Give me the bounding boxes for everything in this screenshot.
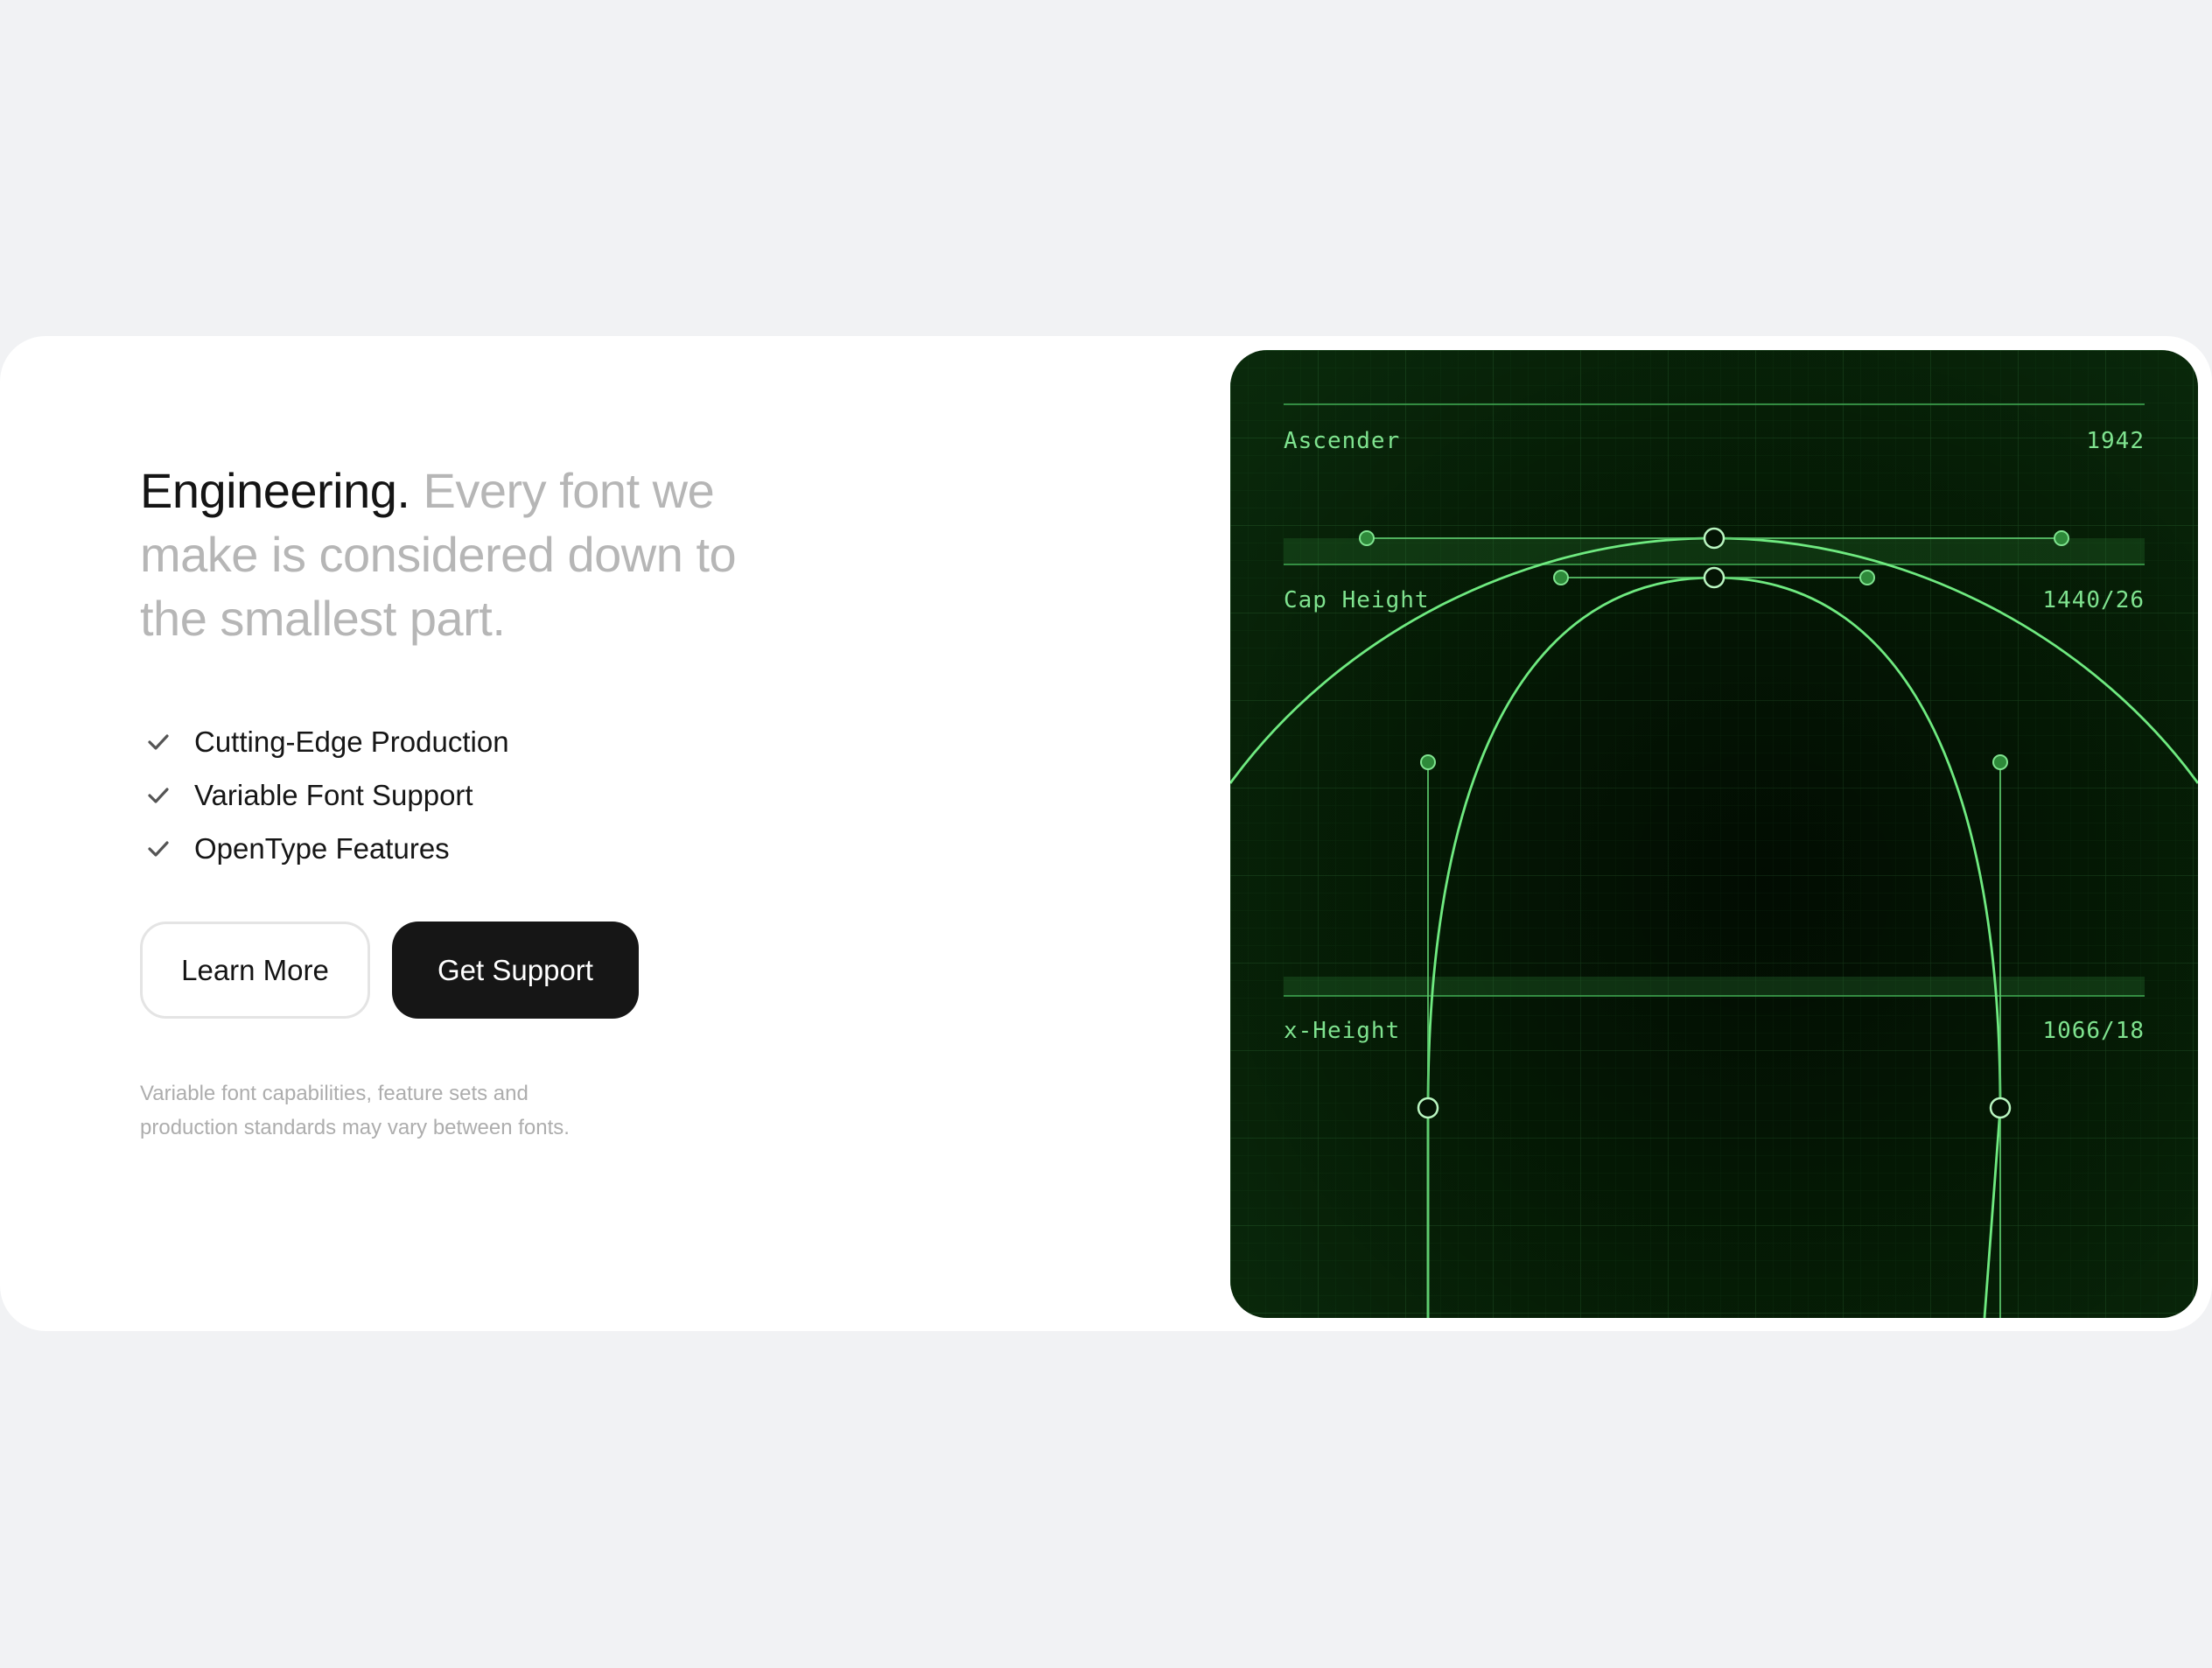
feature-card: Engineering. Every font we make is consi… [0,336,2212,1331]
check-icon [145,782,172,809]
x-height-label: x-Height [1284,1018,1401,1044]
glyph-outline-graphic [1230,350,2198,1318]
feature-item: Cutting-Edge Production [140,715,928,768]
content-column: Engineering. Every font we make is consi… [140,459,928,1145]
check-icon [145,729,172,755]
x-height-band [1284,977,2145,996]
button-group: Learn More Get Support [140,922,928,1019]
headline: Engineering. Every font we make is consi… [140,459,770,650]
feature-item: OpenType Features [140,822,928,875]
x-height-value: 1066/18 [2042,1018,2145,1044]
cap-height-label: Cap Height [1284,587,1430,613]
feature-label: Variable Font Support [194,778,473,811]
learn-more-button[interactable]: Learn More [140,922,370,1019]
ascender-label: Ascender [1284,428,1401,454]
get-support-button[interactable]: Get Support [392,922,639,1019]
feature-label: OpenType Features [194,831,450,865]
headline-strong: Engineering. [140,463,410,518]
check-icon [145,836,172,862]
cap-height-value: 1440/26 [2042,587,2145,613]
glyph-illustration: Ascender 1942 Cap Height 1440/26 x-Heigh… [1230,350,2198,1318]
ascender-value: 1942 [2086,428,2145,454]
disclaimer-note: Variable font capabilities, feature sets… [140,1082,570,1139]
feature-item: Variable Font Support [140,768,928,822]
feature-list: Cutting-Edge Production Variable Font Su… [140,715,928,875]
feature-label: Cutting-Edge Production [194,725,509,758]
